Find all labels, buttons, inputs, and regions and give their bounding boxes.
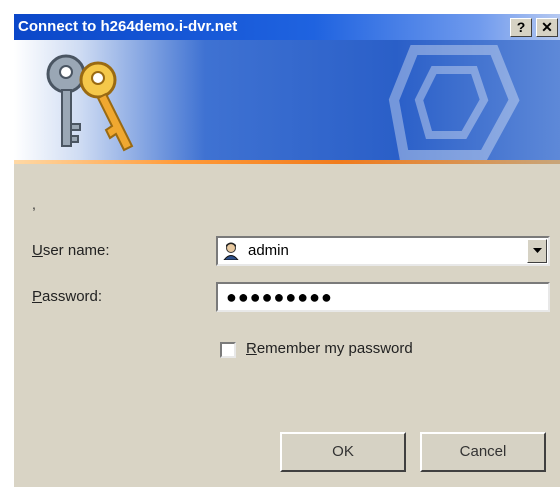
password-field[interactable]: ●●●●●●●●● <box>216 282 550 312</box>
remember-password-label[interactable]: Remember my password <box>246 340 413 357</box>
title-bar[interactable]: Connect to h264demo.i-dvr.net ? ✕ <box>14 14 560 40</box>
help-button[interactable]: ? <box>510 18 532 37</box>
cancel-button[interactable]: Cancel <box>420 432 546 472</box>
ok-button[interactable]: OK <box>280 432 406 472</box>
close-button[interactable]: ✕ <box>536 18 558 37</box>
window-title: Connect to h264demo.i-dvr.net <box>18 18 238 35</box>
banner <box>14 40 560 162</box>
user-name-label: User name: <box>32 242 110 259</box>
dropdown-button[interactable] <box>527 239 547 263</box>
user-icon <box>223 242 239 260</box>
remember-password-checkbox[interactable] <box>220 342 236 358</box>
banner-watermark-icon <box>388 45 520 160</box>
user-name-combobox[interactable]: admin <box>216 236 550 266</box>
connect-dialog: Connect to h264demo.i-dvr.net ? ✕ , User… <box>14 14 560 487</box>
password-label: Password: <box>32 288 103 305</box>
chevron-down-icon <box>533 248 542 253</box>
banner-accent-line <box>14 160 560 164</box>
status-text: , <box>32 196 36 212</box>
password-value: ●●●●●●●●● <box>226 287 333 307</box>
keys-icon <box>46 54 134 152</box>
user-name-value: admin <box>248 242 289 259</box>
